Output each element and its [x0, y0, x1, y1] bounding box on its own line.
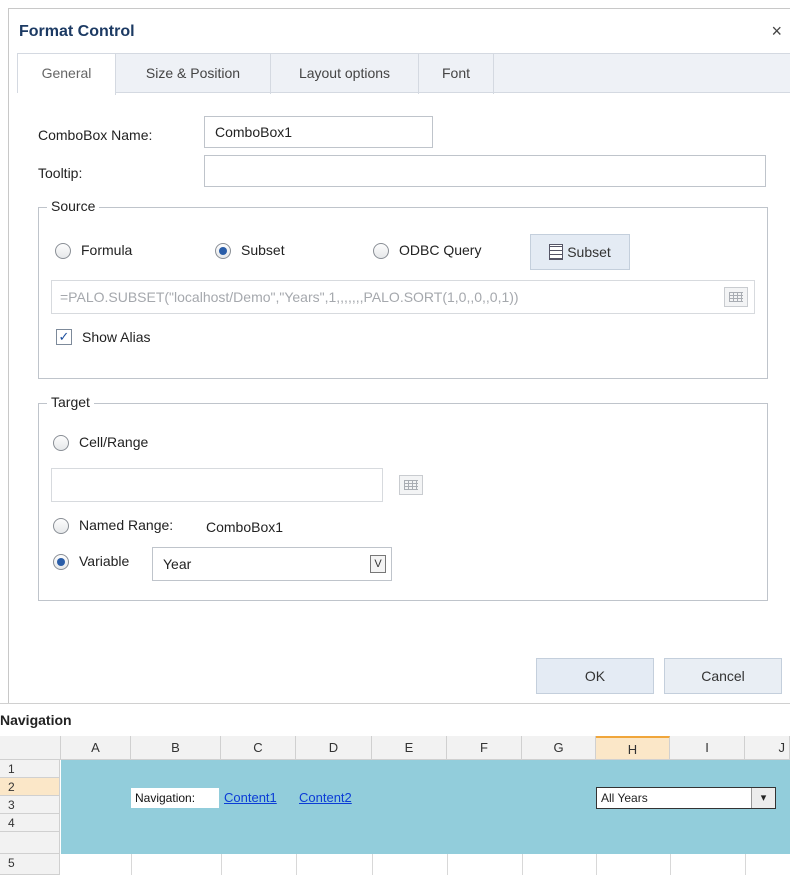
close-icon[interactable]: × — [771, 21, 782, 42]
cancel-button[interactable]: Cancel — [664, 658, 782, 694]
navigation-section-title: Navigation — [0, 712, 72, 728]
ok-button[interactable]: OK — [536, 658, 654, 694]
show-alias-label: Show Alias — [82, 329, 151, 345]
tab-bar: General Size & Position Layout options F… — [17, 53, 790, 95]
content1-link[interactable]: Content1 — [224, 790, 277, 805]
cell-range-picker-icon[interactable] — [399, 475, 423, 495]
variable-label: Variable — [79, 553, 130, 569]
row-header-blank — [0, 832, 60, 854]
variable-select[interactable]: Year — [152, 547, 392, 581]
gridline — [296, 854, 297, 875]
gridline — [745, 854, 746, 875]
formula-radio-label: Formula — [81, 242, 133, 258]
formula-field: =PALO.SUBSET("localhost/Demo","Years",1,… — [51, 280, 755, 314]
named-range-radio[interactable] — [53, 518, 69, 534]
range-picker-icon[interactable] — [724, 287, 748, 307]
subset-button-label: Subset — [567, 244, 611, 260]
odbc-query-radio[interactable] — [373, 243, 389, 259]
named-range-label: Named Range: — [79, 517, 174, 533]
named-range-value: ComboBox1 — [206, 519, 284, 535]
combobox-name-input[interactable]: ComboBox1 — [204, 116, 433, 148]
subset-editor-button[interactable]: Subset — [530, 234, 630, 270]
source-fieldset: Source Formula Subset ODBC Query Subset … — [38, 198, 768, 379]
tooltip-label: Tooltip: — [38, 165, 83, 181]
chevron-down-icon[interactable]: ▾ — [751, 788, 775, 808]
formula-radio[interactable] — [55, 243, 71, 259]
row-header-2[interactable]: 2 — [0, 778, 60, 796]
column-header-f[interactable]: F — [447, 736, 522, 760]
show-alias-checkbox[interactable]: ✓ — [56, 329, 72, 345]
column-header-c[interactable]: C — [221, 736, 296, 760]
tab-font[interactable]: Font — [419, 54, 494, 94]
subset-radio[interactable] — [215, 243, 231, 259]
odbc-query-radio-label: ODBC Query — [399, 242, 482, 258]
target-fieldset: Target Cell/Range Named Range: ComboBox1… — [38, 394, 768, 601]
gridline — [131, 854, 132, 875]
gridline — [221, 854, 222, 875]
subset-list-icon — [549, 244, 564, 260]
subset-radio-label: Subset — [241, 242, 285, 258]
tab-size-position[interactable]: Size & Position — [116, 54, 271, 94]
source-legend: Source — [47, 198, 100, 214]
column-header-i[interactable]: I — [670, 736, 745, 760]
column-header-j[interactable]: J — [745, 736, 790, 760]
spreadsheet-grid: A B C D E F G H I J 1 2 3 4 5 Navigation… — [0, 736, 790, 875]
dialog-title: Format Control — [19, 23, 135, 40]
years-combobox[interactable]: All Years ▾ — [596, 787, 776, 809]
variable-radio[interactable] — [53, 554, 69, 570]
years-combobox-value: All Years — [601, 791, 648, 805]
row-header-4[interactable]: 4 — [0, 814, 60, 832]
column-header-e[interactable]: E — [372, 736, 447, 760]
column-header-g[interactable]: G — [522, 736, 596, 760]
column-header-b[interactable]: B — [131, 736, 221, 760]
cell-range-input[interactable] — [51, 468, 383, 502]
format-control-dialog: Format Control × General Size & Position… — [8, 8, 790, 703]
combobox-name-label: ComboBox Name: — [38, 127, 153, 143]
variable-picker-button[interactable]: V — [370, 555, 386, 573]
corner-cell[interactable] — [0, 736, 61, 760]
navigation-cell-label: Navigation: — [131, 788, 219, 808]
gridline — [596, 854, 597, 875]
column-header-d[interactable]: D — [296, 736, 372, 760]
gridline — [522, 854, 523, 875]
tab-layout-options[interactable]: Layout options — [271, 54, 419, 94]
target-legend: Target — [47, 394, 94, 410]
gridline — [372, 854, 373, 875]
tooltip-input[interactable] — [204, 155, 766, 187]
gridline — [447, 854, 448, 875]
row-header-1[interactable]: 1 — [0, 760, 60, 778]
divider — [0, 703, 790, 704]
gridline — [670, 854, 671, 875]
content2-link[interactable]: Content2 — [299, 790, 352, 805]
row-header-5[interactable]: 5 — [0, 854, 60, 875]
column-header-h[interactable]: H — [596, 736, 670, 760]
cell-range-label: Cell/Range — [79, 434, 149, 450]
cell-range-radio[interactable] — [53, 435, 69, 451]
column-header-a[interactable]: A — [61, 736, 131, 760]
tab-general[interactable]: General — [18, 54, 116, 95]
row-header-3[interactable]: 3 — [0, 796, 60, 814]
